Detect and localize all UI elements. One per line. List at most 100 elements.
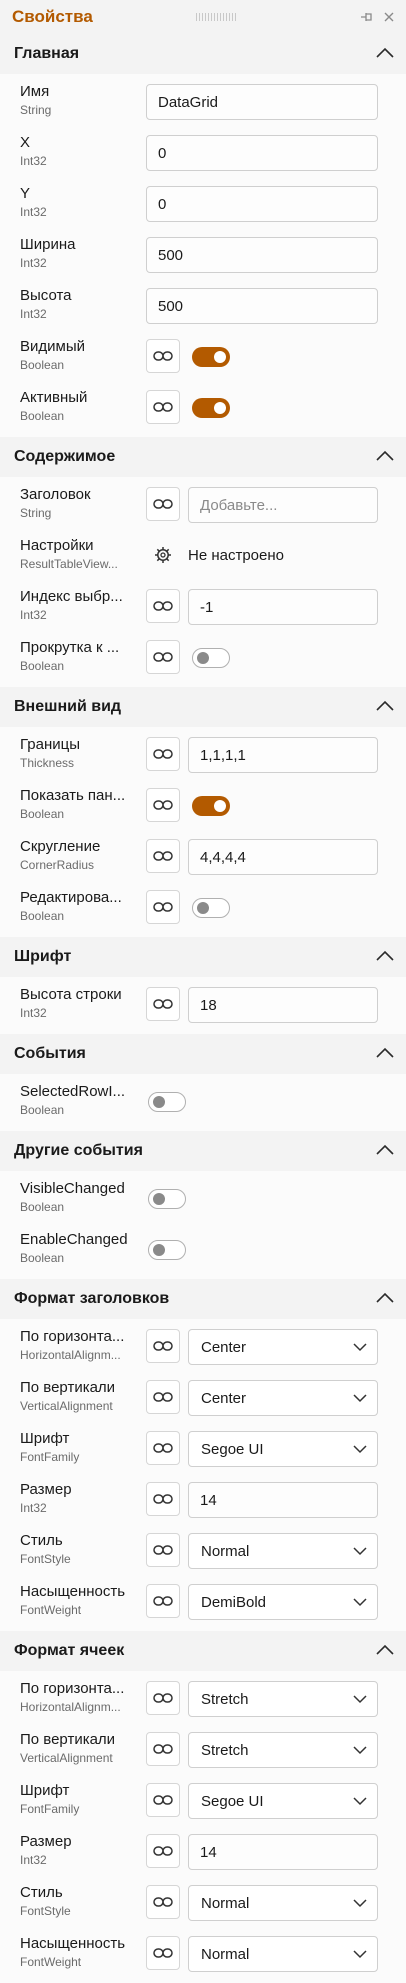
- bind-button[interactable]: [146, 487, 180, 521]
- section-main-body: Имя String X Int32 Y Int32 Ширина Int32 …: [0, 74, 406, 437]
- section-content-header[interactable]: Содержимое: [0, 437, 406, 477]
- bind-button[interactable]: [146, 1783, 180, 1817]
- bind-button[interactable]: [146, 339, 180, 373]
- borders-input[interactable]: [188, 737, 378, 773]
- property-type: Int32: [20, 307, 47, 321]
- link-icon: [153, 999, 173, 1009]
- font-family-select[interactable]: Segoe UI: [188, 1431, 378, 1467]
- bind-button[interactable]: [146, 788, 180, 822]
- cell-size-input[interactable]: [188, 1834, 378, 1870]
- cell-h-align-select[interactable]: Stretch: [188, 1681, 378, 1717]
- bind-button[interactable]: [146, 1533, 180, 1567]
- bind-button[interactable]: [146, 890, 180, 924]
- section-events-header[interactable]: События: [0, 1034, 406, 1074]
- bind-button[interactable]: [146, 987, 180, 1021]
- selected-index-input[interactable]: [188, 589, 378, 625]
- link-icon: [153, 1897, 173, 1907]
- weight-select[interactable]: DemiBold: [188, 1584, 378, 1620]
- cell-v-align-select[interactable]: Stretch: [188, 1732, 378, 1768]
- chevron-up-icon[interactable]: [376, 698, 394, 716]
- section-other-events-header[interactable]: Другие события: [0, 1131, 406, 1171]
- selected-row-toggle[interactable]: [148, 1092, 186, 1112]
- cell-font-family-select[interactable]: Segoe UI: [188, 1783, 378, 1819]
- close-icon[interactable]: [382, 10, 396, 24]
- property-name: По вертикали: [20, 1379, 116, 1396]
- width-input[interactable]: [146, 237, 378, 273]
- name-input[interactable]: [146, 84, 378, 120]
- rounding-input[interactable]: [188, 839, 378, 875]
- visible-toggle[interactable]: [192, 347, 230, 367]
- bind-button[interactable]: [146, 839, 180, 873]
- row-height-input[interactable]: [188, 987, 378, 1023]
- link-icon: [153, 851, 173, 861]
- scroll-toggle[interactable]: [192, 648, 230, 668]
- editable-toggle[interactable]: [192, 898, 230, 918]
- section-other-events-body: VisibleChanged Boolean EnableChanged Boo…: [0, 1171, 406, 1279]
- gear-icon[interactable]: [154, 546, 172, 564]
- property-label: Шрифт FontFamily: [20, 1430, 134, 1464]
- style-select[interactable]: Normal: [188, 1533, 378, 1569]
- drag-grip-icon[interactable]: [196, 13, 236, 21]
- x-input[interactable]: [146, 135, 378, 171]
- bind-button[interactable]: [146, 1329, 180, 1363]
- section-cell-format-header[interactable]: Формат ячеек: [0, 1631, 406, 1671]
- property-label: Шрифт FontFamily: [20, 1782, 134, 1816]
- h-align-select[interactable]: Center: [188, 1329, 378, 1365]
- property-name: Шрифт: [20, 1782, 70, 1799]
- bind-button[interactable]: [146, 1584, 180, 1618]
- bind-button[interactable]: [146, 1885, 180, 1919]
- property-name: Редактирова...: [20, 889, 122, 906]
- bind-button[interactable]: [146, 1834, 180, 1868]
- chevron-down-icon: [353, 1745, 367, 1754]
- property-row-settings: Настройки ResultTableView... Не настроен…: [0, 530, 406, 581]
- property-name: По вертикали: [20, 1731, 116, 1748]
- link-icon: [153, 1596, 173, 1606]
- property-label: Ширина Int32: [20, 236, 134, 270]
- height-input[interactable]: [146, 288, 378, 324]
- bind-button[interactable]: [146, 1431, 180, 1465]
- enable-changed-toggle[interactable]: [148, 1240, 186, 1260]
- bind-button[interactable]: [146, 640, 180, 674]
- bind-button[interactable]: [146, 1681, 180, 1715]
- section-header-format-body: По горизонта... HorizontalAlignm... Cent…: [0, 1319, 406, 1631]
- chevron-up-icon[interactable]: [376, 448, 394, 466]
- section-font-header[interactable]: Шрифт: [0, 937, 406, 977]
- pin-icon[interactable]: [360, 10, 374, 24]
- show-panel-toggle[interactable]: [192, 796, 230, 816]
- chevron-up-icon[interactable]: [376, 1290, 394, 1308]
- property-row-size: Размер Int32: [0, 1826, 406, 1877]
- section-cell-format-body: По горизонта... HorizontalAlignm... Stre…: [0, 1671, 406, 1983]
- property-name: EnableChanged: [20, 1231, 128, 1248]
- bind-button[interactable]: [146, 390, 180, 424]
- property-row-enable-changed: EnableChanged Boolean: [0, 1224, 406, 1275]
- property-type: Int32: [20, 1501, 47, 1515]
- size-input[interactable]: [188, 1482, 378, 1518]
- cell-style-select[interactable]: Normal: [188, 1885, 378, 1921]
- bind-button[interactable]: [146, 589, 180, 623]
- section-header-format-header[interactable]: Формат заголовков: [0, 1279, 406, 1319]
- enabled-toggle[interactable]: [192, 398, 230, 418]
- chevron-up-icon[interactable]: [376, 948, 394, 966]
- v-align-select[interactable]: Center: [188, 1380, 378, 1416]
- property-name: VisibleChanged: [20, 1180, 125, 1197]
- select-value: Segoe UI: [201, 1792, 264, 1810]
- chevron-up-icon[interactable]: [376, 1142, 394, 1160]
- chevron-up-icon[interactable]: [376, 45, 394, 63]
- cell-weight-select[interactable]: Normal: [188, 1936, 378, 1972]
- bind-button[interactable]: [146, 737, 180, 771]
- property-row-show-panel: Показать пан... Boolean: [0, 780, 406, 831]
- property-row-h-align: По горизонта... HorizontalAlignm... Stre…: [0, 1673, 406, 1724]
- section-main-header[interactable]: Главная: [0, 34, 406, 74]
- bind-button[interactable]: [146, 1380, 180, 1414]
- bind-button[interactable]: [146, 1732, 180, 1766]
- chevron-up-icon[interactable]: [376, 1642, 394, 1660]
- header-input[interactable]: [188, 487, 378, 523]
- visible-changed-toggle[interactable]: [148, 1189, 186, 1209]
- y-input[interactable]: [146, 186, 378, 222]
- select-value: Stretch: [201, 1741, 249, 1759]
- bind-button[interactable]: [146, 1936, 180, 1970]
- property-label: Размер Int32: [20, 1833, 134, 1867]
- section-appearance-header[interactable]: Внешний вид: [0, 687, 406, 727]
- chevron-up-icon[interactable]: [376, 1045, 394, 1063]
- bind-button[interactable]: [146, 1482, 180, 1516]
